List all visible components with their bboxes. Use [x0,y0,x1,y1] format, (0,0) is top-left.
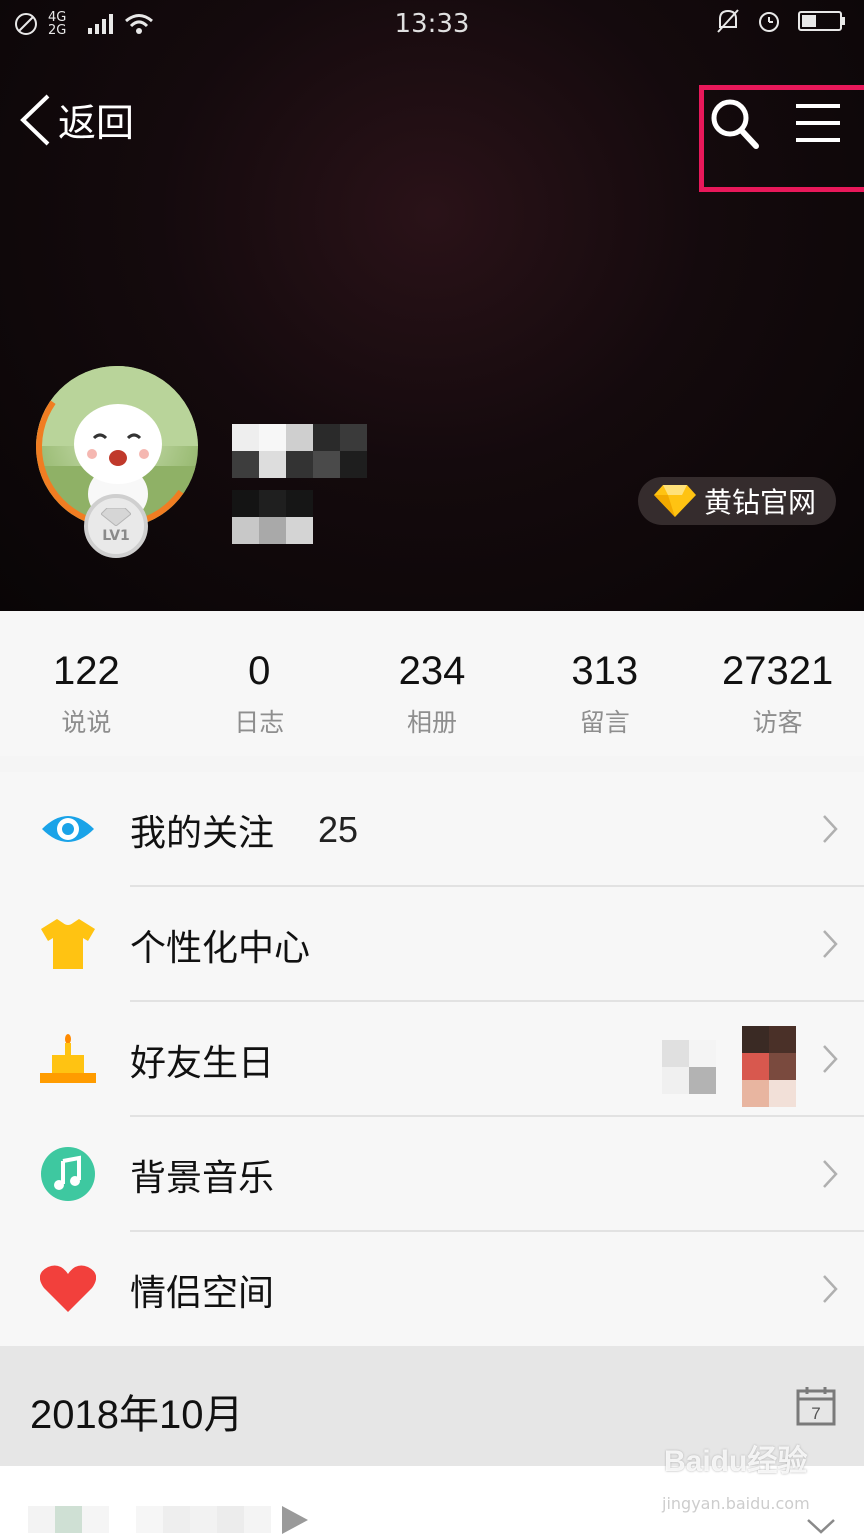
chevron-down-icon[interactable] [806,1518,836,1534]
back-label: 返回 [58,101,135,145]
back-button[interactable]: 返回 [18,92,134,147]
battery-icon [798,11,845,31]
nickname-redacted [232,424,367,478]
yellow-diamond-icon [654,485,696,517]
feed-name-redacted [136,1506,271,1533]
calendar-icon[interactable]: 7 [796,1386,836,1426]
eye-icon [40,801,96,857]
stat-value: 234 [398,649,466,693]
watermark-url: jingyan.baidu.com [662,1494,810,1513]
highlight-box [699,85,864,192]
stat-visitors[interactable]: 27321 访客 [691,611,864,756]
play-icon [282,1506,308,1534]
stat-blogs[interactable]: 0 日志 [173,611,346,756]
stat-label: 说说 [61,708,112,737]
watermark-brand: Baidu经验 [664,1445,808,1478]
menu-label: 好友生日 [130,1042,275,1084]
menu-item-following[interactable]: 我的关注 25 [0,772,864,887]
profile-header: 4G 2G 13:33 返回 LV1 黄钻官网 [0,0,864,611]
stat-label: 日志 [234,708,285,737]
stat-value: 27321 [721,649,834,693]
stat-label: 相册 [406,708,457,737]
chevron-right-icon [823,930,838,958]
stat-label: 访客 [752,708,803,737]
menu-item-couple-space[interactable]: 情侣空间 [0,1232,864,1347]
mute-bell-icon [717,9,739,33]
status-right [716,8,846,34]
chevron-right-icon [823,1275,838,1303]
menu-item-background-music[interactable]: 背景音乐 [0,1117,864,1232]
music-note-icon [40,1146,96,1202]
calendar-day: 7 [811,1404,820,1423]
diamond-icon [101,508,131,526]
menu-item-friend-birthdays[interactable]: 好友生日 [0,1002,864,1117]
stat-messages[interactable]: 313 留言 [518,611,691,756]
feature-menu: 我的关注 25 个性化中心 好友生日 背景音乐 情侣空间 [0,772,864,1347]
menu-label: 我的关注 [130,812,275,854]
menu-label: 情侣空间 [130,1272,275,1314]
search-icon [711,99,759,149]
stat-value: 0 [248,649,271,693]
alarm-icon [759,12,779,32]
heart-icon [40,1261,96,1317]
stat-label: 留言 [579,708,630,737]
date-label: 2018年10月 [30,1393,244,1437]
tshirt-icon [40,916,96,972]
stat-albums[interactable]: 234 相册 [346,611,519,756]
stats-bar: 122 说说 0 日志 234 相册 313 留言 27321 访客 [0,611,864,756]
more-menu-button[interactable] [796,102,840,148]
following-count: 25 [318,808,359,850]
avatar[interactable]: LV1 [23,353,211,558]
search-button[interactable] [710,96,762,156]
menu-label: 个性化中心 [130,927,311,969]
chevron-right-icon [823,815,838,843]
vip-label: 黄钻官网 [704,486,817,519]
cake-icon [40,1031,96,1087]
level-text: LV1 [102,528,130,544]
vip-official-button[interactable]: 黄钻官网 [638,477,837,525]
stat-posts[interactable]: 122 说说 [0,611,173,756]
menu-label: 背景音乐 [130,1157,275,1199]
stat-value: 122 [53,649,120,693]
status-bar: 4G 2G 13:33 [0,0,864,48]
menu-item-personalization[interactable]: 个性化中心 [0,887,864,1002]
stat-value: 313 [571,649,639,693]
chevron-right-icon [823,1045,838,1073]
signature-redacted [232,490,313,544]
chevron-left-icon [20,94,50,145]
friend-avatar-redacted [742,1026,796,1107]
feed-avatar-redacted [28,1506,109,1533]
hamburger-menu-icon [796,104,840,142]
friend-avatar-redacted [662,1040,716,1094]
chevron-right-icon [823,1160,838,1188]
level-badge[interactable]: LV1 [84,494,148,558]
